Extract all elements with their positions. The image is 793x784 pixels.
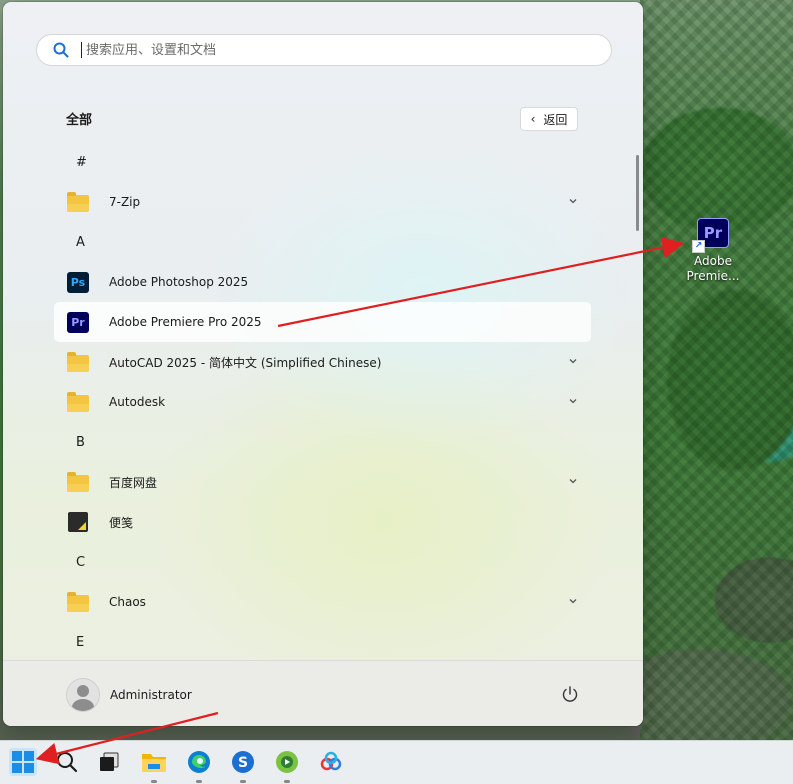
app-list-item[interactable]: Ps Adobe Photoshop 2025	[54, 262, 591, 302]
app-list-item[interactable]: 7-Zip	[54, 182, 591, 222]
wallpaper-foliage	[640, 0, 793, 740]
app-label: 百度网盘	[109, 475, 158, 490]
file-explorer-button[interactable]	[141, 749, 167, 783]
shortcut-arrow-icon: ↗	[692, 240, 705, 253]
edge-icon	[188, 751, 210, 773]
premiere-icon: Pr	[67, 311, 89, 333]
app-list-item[interactable]: 便笺	[54, 502, 591, 542]
start-footer: Administrator	[3, 660, 643, 726]
app-green-icon	[276, 751, 298, 773]
app-label: 7-Zip	[109, 195, 141, 209]
task-view-icon	[100, 752, 119, 771]
chevron-down-icon[interactable]	[567, 195, 579, 207]
scrollbar[interactable]	[636, 155, 639, 231]
edge-button[interactable]	[186, 749, 212, 783]
desktop-shortcut-premiere[interactable]: Pr ↗ Adobe Premie...	[683, 218, 743, 288]
taskbar: S	[0, 740, 793, 784]
baidu-netdisk-button[interactable]	[318, 749, 344, 775]
search-icon	[53, 42, 69, 58]
sogou-icon: S	[232, 751, 254, 773]
folder-icon	[67, 391, 89, 413]
group-letter[interactable]: E	[54, 622, 591, 662]
search-icon	[57, 752, 78, 773]
start-button[interactable]	[9, 748, 37, 776]
sticky-notes-icon	[67, 511, 89, 533]
chevron-down-icon[interactable]	[567, 395, 579, 407]
start-menu: 全部 ‹ 返回 #7-Zip A Ps Adobe Photoshop 2025 Pr A…	[3, 2, 643, 726]
app-label: Chaos	[109, 595, 146, 609]
group-letter[interactable]: B	[54, 422, 591, 462]
group-letter[interactable]: #	[54, 142, 591, 182]
app-list-item[interactable]: AutoCAD 2025 - 简体中文 (Simplified Chinese)	[54, 342, 591, 382]
group-letter[interactable]: A	[54, 222, 591, 262]
chevron-down-icon[interactable]	[567, 595, 579, 607]
app-label: 便笺	[109, 515, 134, 530]
app-label: AutoCAD 2025 - 简体中文 (Simplified Chinese)	[109, 355, 382, 370]
sogou-button[interactable]: S	[230, 749, 256, 783]
file-explorer-icon	[142, 754, 166, 772]
chevron-down-icon[interactable]	[567, 475, 579, 487]
app-list-item[interactable]: Chaos	[54, 582, 591, 622]
desktop-shortcut-caption: Adobe Premie...	[686, 254, 740, 283]
premiere-shortcut-icon: Pr ↗	[692, 218, 729, 253]
back-button[interactable]: ‹ 返回	[520, 107, 578, 131]
photoshop-icon: Ps	[67, 271, 89, 293]
folder-icon	[67, 471, 89, 493]
app-label: Adobe Photoshop 2025	[109, 275, 249, 289]
app-label: Adobe Premiere Pro 2025	[109, 315, 262, 329]
all-apps-title: 全部	[66, 113, 93, 128]
folder-icon	[67, 591, 89, 613]
task-view-button[interactable]	[96, 749, 122, 775]
app-label: Autodesk	[109, 395, 166, 409]
chevron-left-icon: ‹	[530, 112, 536, 126]
baidu-netdisk-icon	[320, 751, 342, 771]
windows-icon	[12, 751, 34, 773]
power-icon[interactable]	[561, 685, 579, 703]
app-list-item[interactable]: Autodesk	[54, 382, 591, 422]
folder-icon	[67, 191, 89, 213]
app-list-item[interactable]: 百度网盘	[54, 462, 591, 502]
green-app-button[interactable]	[274, 749, 300, 783]
chevron-down-icon[interactable]	[567, 355, 579, 367]
text-caret	[81, 42, 82, 58]
user-name[interactable]: Administrator	[110, 688, 192, 702]
svg-text:S: S	[238, 755, 248, 771]
folder-icon	[67, 351, 89, 373]
app-list-item[interactable]: Pr Adobe Premiere Pro 2025	[54, 302, 591, 342]
all-apps-list: #7-Zip A Ps Adobe Photoshop 2025 Pr Adobe Pre…	[54, 142, 591, 662]
taskbar-search-button[interactable]	[54, 749, 80, 775]
search-input[interactable]	[84, 41, 568, 59]
search-bar[interactable]	[36, 34, 612, 66]
avatar[interactable]	[66, 678, 100, 712]
group-letter[interactable]: C	[54, 542, 591, 582]
